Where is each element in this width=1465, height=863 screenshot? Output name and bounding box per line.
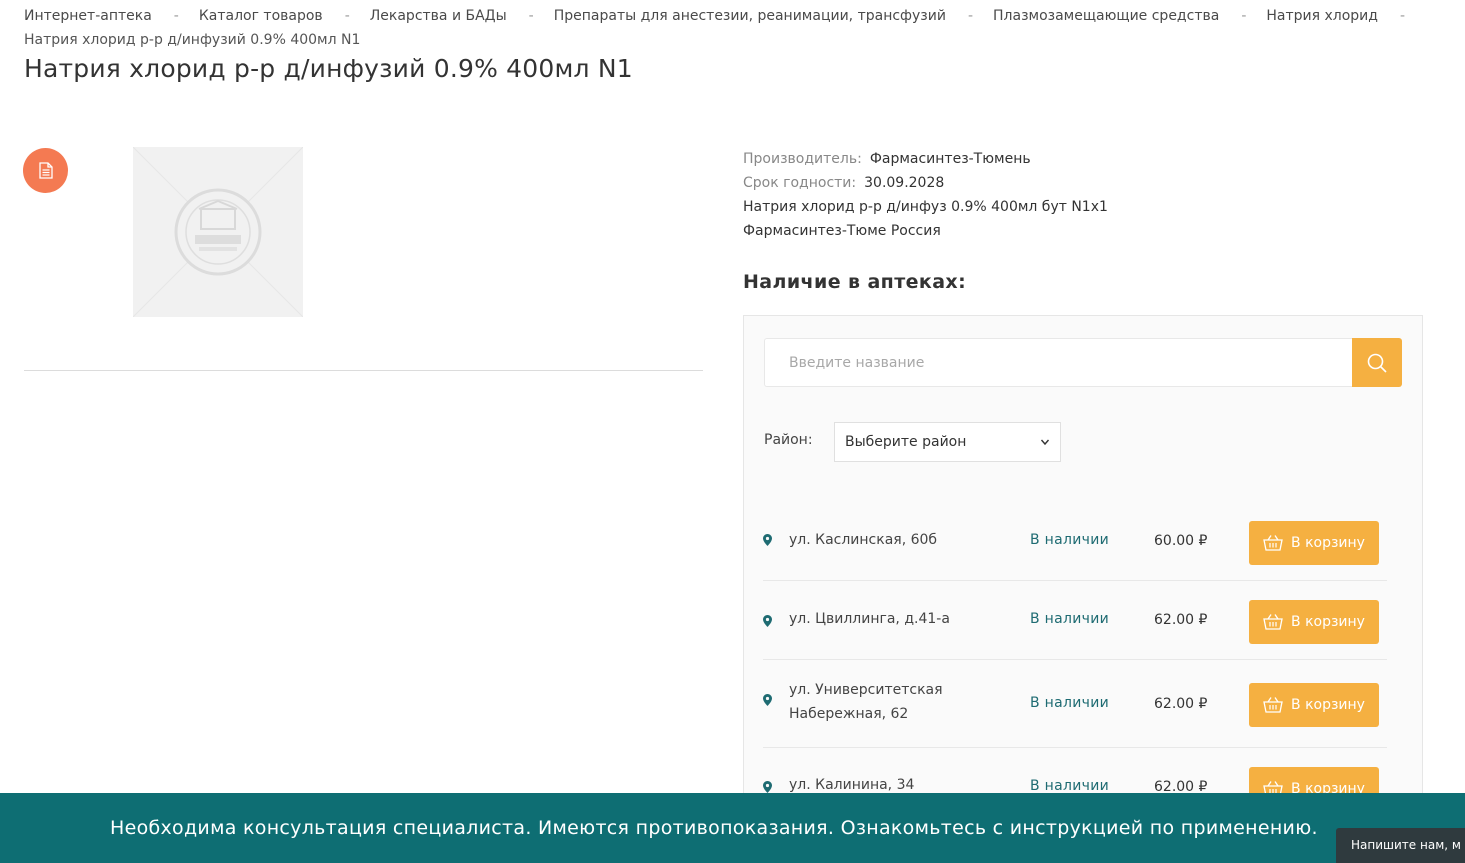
availability-panel: Район: Выберите район ул. Каслинская, 60… <box>743 315 1423 863</box>
product-image[interactable] <box>132 146 304 318</box>
breadcrumb-separator: - <box>967 8 974 24</box>
add-to-cart-button[interactable]: В корзину <box>1249 600 1379 644</box>
breadcrumb-separator: - <box>1399 8 1406 24</box>
product-description: Натрия хлорид р-р д/инфуз 0.9% 400мл бут… <box>743 199 1108 239</box>
basket-icon <box>1263 697 1283 713</box>
search-icon <box>1367 353 1387 373</box>
district-label: Район: <box>764 432 813 448</box>
add-to-cart-label: В корзину <box>1291 697 1365 713</box>
pharmacy-address: ул. Цвиллинга, д.41-а <box>789 611 950 627</box>
breadcrumb-item[interactable]: Плазмозамещающие средства <box>993 8 1219 24</box>
price: 60.00 ₽ <box>1154 533 1208 549</box>
placeholder-stamp-image <box>132 146 304 318</box>
manufacturer-label: Производитель: <box>743 151 862 167</box>
pharmacy-address: ул. Каслинская, 60б <box>789 532 938 548</box>
breadcrumb-separator: - <box>173 8 179 24</box>
warning-text: Необходима консультация специалиста. Име… <box>110 817 1318 839</box>
district-select-value: Выберите район <box>845 434 967 450</box>
breadcrumb-item[interactable]: Каталог товаров <box>199 8 323 24</box>
pharmacy-row: ул. Цвиллинга, д.41-а В наличии 62.00 ₽ … <box>763 581 1387 660</box>
chat-widget-button[interactable]: Напишите нам, м <box>1336 828 1465 863</box>
divider <box>24 370 703 371</box>
breadcrumb-item[interactable]: Препараты для анестезии, реанимации, тра… <box>554 8 946 24</box>
page-title: Натрия хлорид р-р д/инфузий 0.9% 400мл N… <box>24 54 633 83</box>
district-select[interactable]: Выберите район <box>834 422 1061 462</box>
breadcrumb: Интернет-аптека - Каталог товаров - Лекарств… <box>24 4 1444 52</box>
expiry-row: Срок годности: 30.09.2028 <box>743 171 1213 195</box>
stock-status: В наличии <box>1030 778 1110 794</box>
breadcrumb-separator: - <box>1241 8 1247 24</box>
stock-status: В наличии <box>1030 611 1110 627</box>
map-pin-icon <box>763 615 772 627</box>
product-meta: Производитель: Фармасинтез-Тюмень Срок го… <box>743 147 1213 243</box>
expiry-value: 30.09.2028 <box>864 175 945 191</box>
breadcrumb-item[interactable]: Натрия хлорид <box>1266 8 1378 24</box>
pharmacy-search-input[interactable] <box>764 338 1354 387</box>
manufacturer-value: Фармасинтез-Тюмень <box>869 151 1031 167</box>
warning-banner: Необходима консультация специалиста. Име… <box>0 793 1465 863</box>
breadcrumb-separator: - <box>528 8 534 24</box>
stock-status: В наличии <box>1030 532 1110 548</box>
availability-title: Наличие в аптеках: <box>743 271 967 293</box>
map-pin-icon <box>763 694 772 706</box>
stock-status: В наличии <box>1030 695 1110 711</box>
instruction-button[interactable] <box>23 148 68 193</box>
document-icon <box>38 162 53 179</box>
pharmacy-address: ул. Университетская Набережная, 62 <box>789 682 943 722</box>
basket-icon <box>1263 535 1283 551</box>
map-pin-icon <box>763 534 772 546</box>
price: 62.00 ₽ <box>1154 696 1208 712</box>
add-to-cart-label: В корзину <box>1291 614 1365 630</box>
expiry-label: Срок годности: <box>743 175 857 191</box>
manufacturer-row: Производитель: Фармасинтез-Тюмень <box>743 147 1213 171</box>
breadcrumb-separator: - <box>344 8 350 24</box>
add-to-cart-button[interactable]: В корзину <box>1249 683 1379 727</box>
map-pin-icon <box>763 781 772 793</box>
add-to-cart-button[interactable]: В корзину <box>1249 521 1379 565</box>
search-button[interactable] <box>1352 338 1402 387</box>
pharmacy-list: ул. Каслинская, 60б В наличии 60.00 ₽ В … <box>763 506 1387 828</box>
breadcrumb-current: Натрия хлорид р-р д/инфузий 0.9% 400мл N… <box>24 32 361 48</box>
chevron-down-icon <box>1040 423 1050 476</box>
breadcrumb-item[interactable]: Интернет-аптека <box>24 8 152 24</box>
pharmacy-row: ул. Университетская Набережная, 62 В нал… <box>763 660 1387 748</box>
basket-icon <box>1263 614 1283 630</box>
breadcrumb-item[interactable]: Лекарства и БАДы <box>370 8 507 24</box>
add-to-cart-label: В корзину <box>1291 535 1365 551</box>
pharmacy-row: ул. Каслинская, 60б В наличии 60.00 ₽ В … <box>763 506 1387 581</box>
price: 62.00 ₽ <box>1154 612 1208 628</box>
